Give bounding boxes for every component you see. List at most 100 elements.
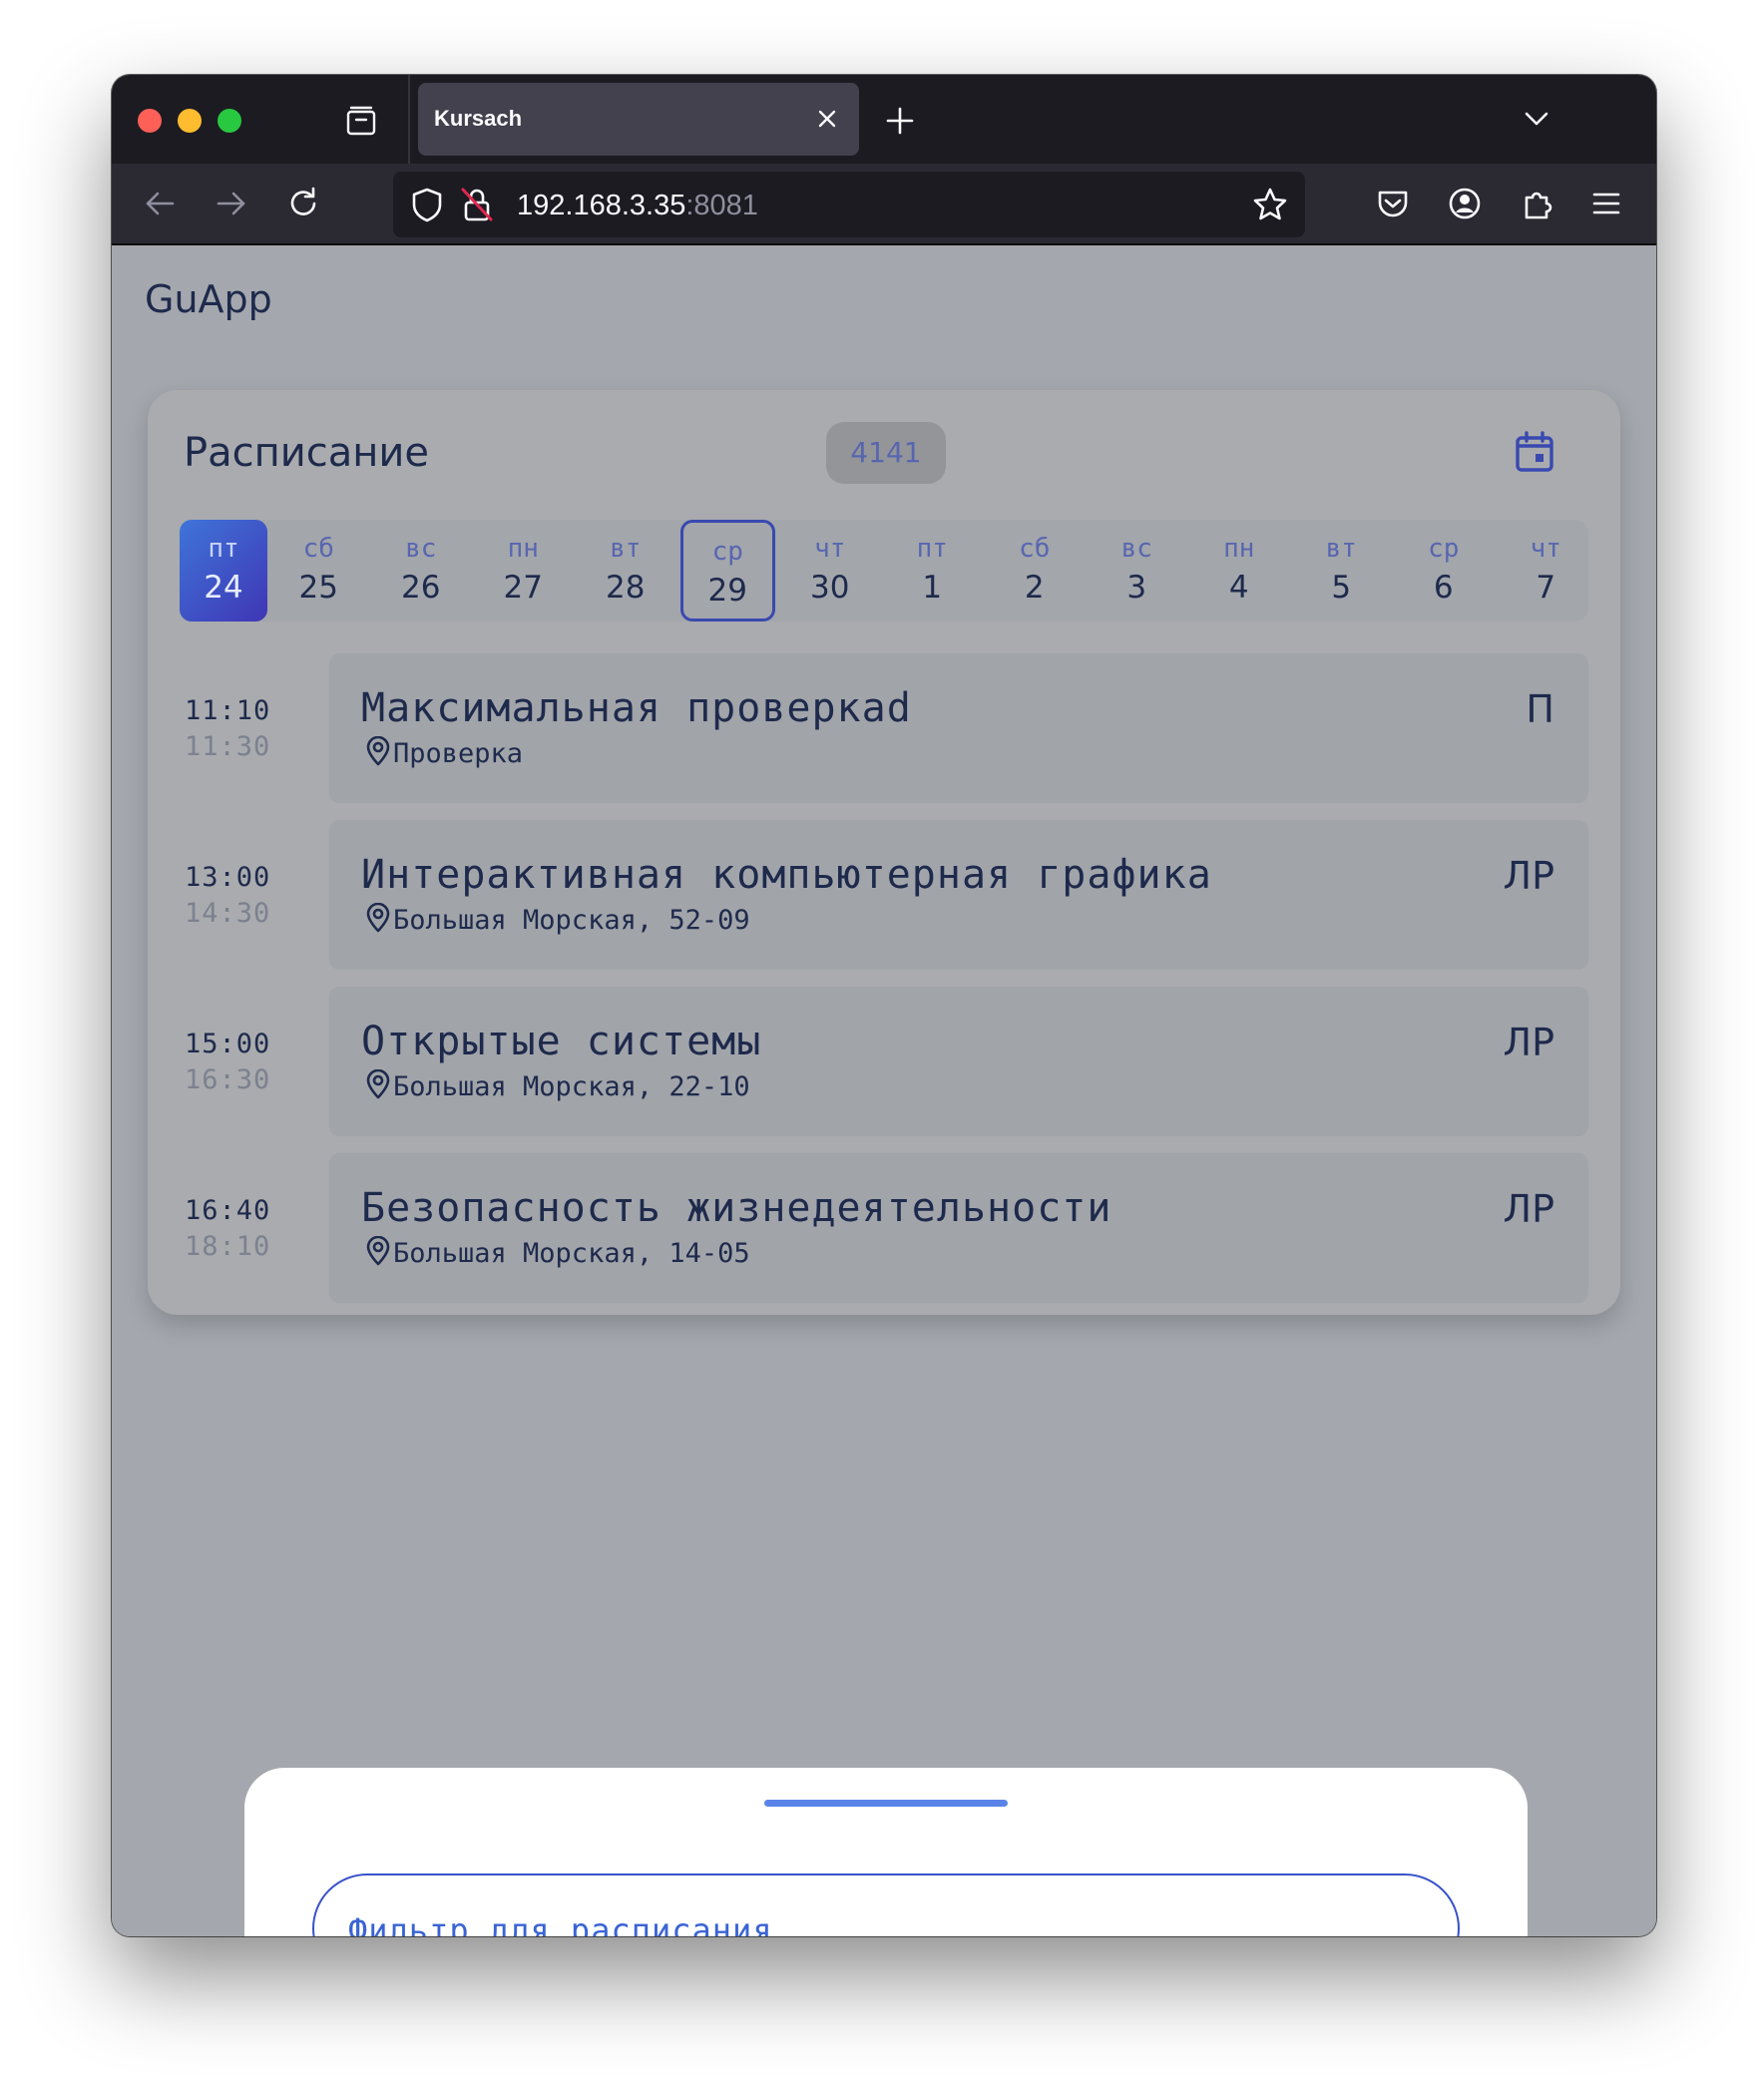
day-number: 26	[401, 570, 441, 606]
url-text[interactable]: 192.168.3.35:8081	[517, 190, 758, 222]
lesson-end-time: 14:30	[185, 898, 271, 929]
day-29[interactable]: ср 29	[680, 520, 775, 622]
day-number: 6	[1433, 570, 1454, 606]
schedule-filter-input[interactable]: Фильтр для расписания	[312, 1873, 1460, 1936]
close-icon[interactable]	[809, 101, 845, 137]
lesson-row[interactable]: 13:00 14:30 Интерактивная компьютерная гра…	[148, 820, 1620, 970]
lesson-name: Безопасность жизнедеятельности	[361, 1185, 1112, 1231]
day-7[interactable]: чт 7	[1499, 520, 1593, 622]
location-pin-icon	[366, 736, 390, 766]
insecure-lock-icon[interactable]	[459, 186, 495, 223]
day-of-week: сб	[302, 534, 334, 564]
lesson-type: ЛР	[1503, 1187, 1555, 1231]
schedule-card: Расписание 4141 пт 24 сб 25 вс 26 пн 27 вт 28 ср 29…	[148, 390, 1620, 1315]
day-2[interactable]: сб 2	[988, 520, 1083, 622]
lesson-location: Большая Морская, 22-10	[393, 1071, 750, 1102]
filter-placeholder: Фильтр для расписания	[348, 1911, 773, 1936]
day-3[interactable]: вс 3	[1090, 520, 1184, 622]
account-icon[interactable]	[1445, 184, 1485, 223]
zoom-window-button[interactable]	[218, 109, 241, 133]
location-pin-icon	[366, 903, 390, 933]
day-of-week: вс	[405, 534, 437, 564]
lesson-card[interactable]: Интерактивная компьютерная графика Больша…	[329, 820, 1588, 970]
hamburger-menu-icon[interactable]	[1586, 184, 1626, 223]
reload-icon[interactable]	[283, 184, 323, 223]
day-of-week: сб	[1019, 534, 1051, 564]
minimize-window-button[interactable]	[178, 109, 202, 133]
calendar-icon[interactable]	[1513, 430, 1556, 474]
group-chip[interactable]: 4141	[826, 422, 946, 484]
lesson-name: Открытые системы	[361, 1019, 762, 1064]
day-5[interactable]: вт 5	[1294, 520, 1389, 622]
lesson-start-time: 15:00	[185, 1029, 271, 1059]
day-number: 28	[606, 570, 646, 606]
lesson-start-time: 13:00	[185, 862, 271, 893]
tab-collections-icon[interactable]	[343, 103, 379, 139]
page-content: GuApp Расписание 4141 пт 24 сб 25 вс 26 пн 27 вт…	[112, 245, 1656, 1936]
day-30[interactable]: чт 30	[783, 520, 878, 622]
day-number: 4	[1228, 570, 1249, 606]
lesson-card[interactable]: Открытые системы Большая Морская, 22-10 ЛР	[329, 987, 1588, 1136]
day-1[interactable]: пт 1	[885, 520, 980, 622]
day-4[interactable]: пн 4	[1192, 520, 1287, 622]
url-bar[interactable]: 192.168.3.35:8081	[393, 172, 1305, 237]
day-24[interactable]: пт 24	[180, 520, 267, 622]
day-number: 27	[503, 570, 543, 606]
lesson-location: Проверка	[393, 738, 524, 769]
day-number: 24	[204, 570, 243, 606]
day-25[interactable]: сб 25	[271, 520, 366, 622]
day-of-week: вт	[610, 534, 642, 564]
tabbar-divider	[408, 75, 410, 164]
puzzle-icon[interactable]	[1517, 184, 1556, 223]
day-of-week: чт	[1530, 534, 1561, 564]
day-of-week: пн	[507, 534, 539, 564]
schedule-title: Расписание	[184, 430, 430, 476]
lesson-row[interactable]: 11:10 11:30 Максимальная проверкаd Проверка…	[148, 653, 1620, 803]
day-number: 3	[1126, 570, 1147, 606]
shield-icon[interactable]	[409, 186, 445, 223]
lesson-end-time: 11:30	[185, 731, 271, 762]
tab-bar: Kursach	[112, 75, 1656, 164]
sheet-drag-handle[interactable]	[764, 1800, 1008, 1807]
day-of-week: ср	[711, 537, 743, 567]
day-of-week: ср	[1428, 534, 1460, 564]
tab-kursach[interactable]: Kursach	[418, 83, 859, 156]
arrow-left-icon[interactable]	[140, 184, 180, 223]
browser-window: Kursach 192.168.3.35:8081 GuApp Расписан…	[112, 75, 1656, 1936]
close-window-button[interactable]	[138, 109, 162, 133]
lesson-end-time: 18:10	[185, 1231, 271, 1262]
arrow-right-icon[interactable]	[212, 184, 251, 223]
location-pin-icon	[366, 1236, 390, 1266]
location-pin-icon	[366, 1069, 390, 1099]
lesson-row[interactable]: 16:40 18:10 Безопасность жизнедеятельности…	[148, 1153, 1620, 1303]
lesson-name: Интерактивная компьютерная графика	[361, 852, 1212, 898]
lesson-row[interactable]: 15:00 16:30 Открытые системы Большая Морска…	[148, 987, 1620, 1136]
lesson-start-time: 11:10	[185, 695, 271, 726]
app-title: GuApp	[145, 277, 272, 321]
url-port: :8081	[685, 190, 758, 221]
star-icon[interactable]	[1251, 186, 1289, 223]
day-27[interactable]: пн 27	[476, 520, 571, 622]
day-of-week: вт	[1325, 534, 1357, 564]
chevron-down-icon[interactable]	[1519, 101, 1554, 137]
pocket-icon[interactable]	[1373, 184, 1413, 223]
lesson-type: ЛР	[1503, 1021, 1555, 1064]
day-6[interactable]: ср 6	[1397, 520, 1492, 622]
lesson-type: ЛР	[1503, 854, 1555, 898]
plus-icon[interactable]	[882, 103, 918, 139]
tab-title: Kursach	[434, 106, 523, 131]
url-host: 192.168.3.35	[517, 190, 686, 221]
day-of-week: пт	[916, 534, 948, 564]
lesson-card[interactable]: Максимальная проверкаd Проверка П	[329, 653, 1588, 803]
day-26[interactable]: вс 26	[374, 520, 469, 622]
navigation-bar: 192.168.3.35:8081	[112, 164, 1656, 245]
day-of-week: вс	[1120, 534, 1152, 564]
day-of-week: пт	[208, 534, 239, 564]
day-of-week: пн	[1223, 534, 1255, 564]
lesson-end-time: 16:30	[185, 1064, 271, 1095]
lesson-card[interactable]: Безопасность жизнедеятельности Большая Мо…	[329, 1153, 1588, 1303]
day-28[interactable]: вт 28	[579, 520, 673, 622]
day-number: 1	[922, 570, 943, 606]
lesson-location: Большая Морская, 14-05	[393, 1238, 750, 1269]
day-number: 2	[1024, 570, 1045, 606]
